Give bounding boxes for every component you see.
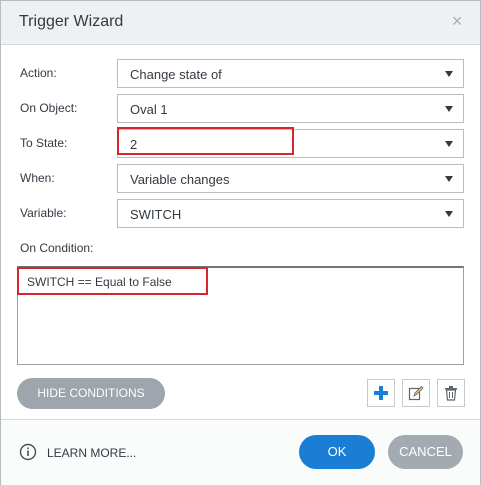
title-bar: Trigger Wizard ×	[1, 1, 480, 45]
chevron-down-icon	[445, 106, 453, 112]
when-label: When:	[20, 171, 55, 185]
trash-icon	[445, 386, 457, 401]
condition-item[interactable]: SWITCH == Equal to False	[27, 275, 172, 289]
delete-condition-button[interactable]	[437, 379, 465, 407]
on-object-value: Oval 1	[130, 102, 168, 117]
info-icon[interactable]	[19, 443, 37, 461]
learn-more-link[interactable]: LEARN MORE...	[47, 446, 136, 460]
on-object-select[interactable]: Oval 1	[117, 94, 464, 123]
to-state-label: To State:	[20, 136, 68, 150]
action-label: Action:	[20, 66, 57, 80]
on-object-label: On Object:	[20, 101, 78, 115]
chevron-down-icon	[445, 141, 453, 147]
chevron-down-icon	[445, 71, 453, 77]
variable-select[interactable]: SWITCH	[117, 199, 464, 228]
chevron-down-icon	[445, 211, 453, 217]
when-select[interactable]: Variable changes	[117, 164, 464, 193]
edit-icon	[408, 385, 424, 401]
action-select[interactable]: Change state of	[117, 59, 464, 88]
cancel-button[interactable]: CANCEL	[388, 435, 463, 469]
edit-condition-button[interactable]	[402, 379, 430, 407]
plus-icon	[374, 386, 388, 400]
trigger-wizard-dialog: Trigger Wizard × Action: Change state of…	[0, 0, 481, 485]
action-value: Change state of	[130, 67, 222, 82]
add-condition-button[interactable]	[367, 379, 395, 407]
hide-conditions-button[interactable]: HIDE CONDITIONS	[17, 378, 165, 409]
dialog-title: Trigger Wizard	[19, 13, 124, 30]
dialog-footer: LEARN MORE... OK CANCEL	[1, 419, 480, 485]
to-state-select[interactable]: 2	[117, 129, 464, 158]
on-condition-label: On Condition:	[20, 241, 94, 255]
close-icon[interactable]: ×	[450, 12, 464, 30]
variable-value: SWITCH	[130, 207, 182, 222]
ok-button[interactable]: OK	[299, 435, 375, 469]
when-value: Variable changes	[130, 172, 230, 187]
conditions-list[interactable]: SWITCH == Equal to False	[17, 266, 464, 365]
to-state-value: 2	[130, 137, 138, 152]
variable-label: Variable:	[20, 206, 67, 220]
chevron-down-icon	[445, 176, 453, 182]
